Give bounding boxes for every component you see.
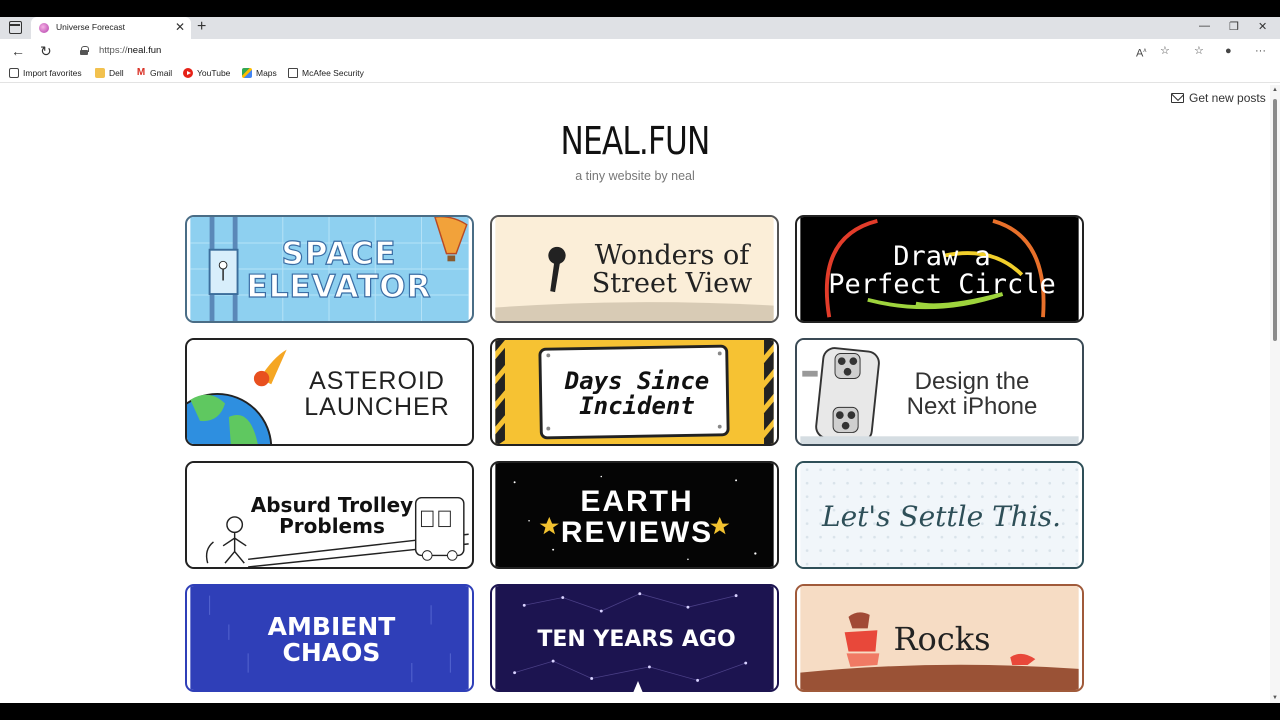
favorite-label: Maps [256,68,277,78]
more-options-icon[interactable]: ··· [1255,44,1266,58]
favorite-maps[interactable]: Maps [242,66,277,80]
browser-window: Universe Forecast ✕ + — ❐ ✕ ← ↻ https://… [0,17,1280,703]
scroll-up-icon[interactable]: ▲ [1272,87,1278,93]
mouse-cursor-icon [633,681,643,693]
folder-icon [95,68,105,78]
favorite-label: Import favorites [23,68,82,78]
tile-label: AMBIENT CHAOS [267,611,396,667]
profile-icon[interactable]: ● [1225,44,1232,58]
screen: Universe Forecast ✕ + — ❐ ✕ ← ↻ https://… [0,0,1280,720]
favorite-import[interactable]: Import favorites [9,66,82,80]
tile-design-next-iphone[interactable]: Design the Next iPhone [795,338,1084,446]
tile-ambient-chaos[interactable]: AMBIENT CHAOS [185,584,474,692]
mail-icon [1171,93,1184,103]
tile-rocks[interactable]: Rocks [795,584,1084,692]
tile-wonders-of-street-view[interactable]: Wonders of Street View [490,215,779,323]
tile-label: Let's Settle This. [822,500,1061,534]
page-content: Get new posts NEAL.FUN a tiny website by… [0,85,1270,703]
tab-actions-icon[interactable] [9,21,22,34]
favorites-icon[interactable]: ☆ [1194,44,1204,58]
tile-label: Days Since Incident [564,366,710,420]
new-tab-icon[interactable]: + [197,18,206,36]
youtube-icon [183,68,193,78]
restore-icon[interactable]: ❐ [1229,20,1239,33]
maps-icon [242,68,252,78]
tile-days-since-incident[interactable]: Days Since Incident [490,338,779,446]
favorite-youtube[interactable]: YouTube [183,66,230,80]
tile-label: EARTH REVIEWS [560,484,714,549]
tile-label: Wonders of Street View [591,239,753,299]
favorite-label: Dell [109,68,124,78]
tile-label: SPACE ELEVATOR [246,236,432,305]
tab-active[interactable]: Universe Forecast ✕ [31,17,191,39]
tile-absurd-trolley-problems[interactable]: Absurd Trolley Problems [185,461,474,569]
tile-asteroid-launcher[interactable]: ASTEROID LAUNCHER [185,338,474,446]
get-new-posts-link[interactable]: Get new posts [1171,91,1266,105]
tile-label: Absurd Trolley Problems [250,493,414,538]
document-icon [288,68,298,78]
url-field[interactable]: https://neal.fun [70,41,1190,61]
tile-label: Rocks [893,620,991,659]
favorite-label: McAfee Security [302,68,364,78]
lock-icon[interactable] [80,46,89,55]
tile-space-elevator[interactable]: SPACE ELEVATOR [185,215,474,323]
tile-label: TEN YEARS AGO [537,627,736,653]
import-icon [9,68,19,78]
favicon-icon [39,23,49,33]
scroll-down-icon[interactable]: ▼ [1272,695,1278,701]
close-tab-icon[interactable]: ✕ [175,20,185,34]
add-favorite-icon[interactable]: ☆ [1160,44,1170,58]
gmail-icon: M [136,67,146,78]
favorite-mcafee[interactable]: McAfee Security [288,66,364,80]
tile-lets-settle-this[interactable]: Let's Settle This. [795,461,1084,569]
minimize-icon[interactable]: — [1199,20,1210,32]
tile-draw-perfect-circle[interactable]: Draw a Perfect Circle [795,215,1084,323]
close-window-icon[interactable]: ✕ [1258,20,1267,33]
tab-strip: Universe Forecast ✕ + — ❐ ✕ [0,17,1280,39]
tile-label: ASTEROID LAUNCHER [304,366,450,421]
refresh-icon[interactable]: ↻ [40,43,52,59]
tile-label: Draw a Perfect Circle [828,240,1056,300]
scroll-thumb[interactable] [1273,99,1277,341]
tab-title: Universe Forecast [56,22,125,32]
favorite-dell[interactable]: Dell [95,66,124,80]
back-icon[interactable]: ← [11,43,25,59]
site-subtitle: a tiny website by neal [575,169,695,183]
favorite-label: YouTube [197,68,231,78]
vertical-scrollbar[interactable]: ▲ ▼ [1270,85,1280,703]
read-aloud-icon[interactable]: Aʌ [1136,44,1146,61]
url-text: https://neal.fun [99,45,162,56]
get-new-posts-label: Get new posts [1189,91,1266,105]
tile-label: Design the Next iPhone [906,367,1038,420]
tile-ten-years-ago[interactable]: TEN YEARS AGO [490,584,779,692]
favorite-gmail[interactable]: M Gmail [136,66,172,80]
tile-earth-reviews[interactable]: EARTH REVIEWS [490,461,779,569]
favorite-label: Gmail [150,68,173,78]
favorites-bar: Import favorites Dell M Gmail YouTube Ma… [0,63,1280,83]
address-bar: ← ↻ https://neal.fun Aʌ ☆ ☆ ● ··· [0,39,1280,63]
site-title: NEAL.FUN [560,119,710,163]
